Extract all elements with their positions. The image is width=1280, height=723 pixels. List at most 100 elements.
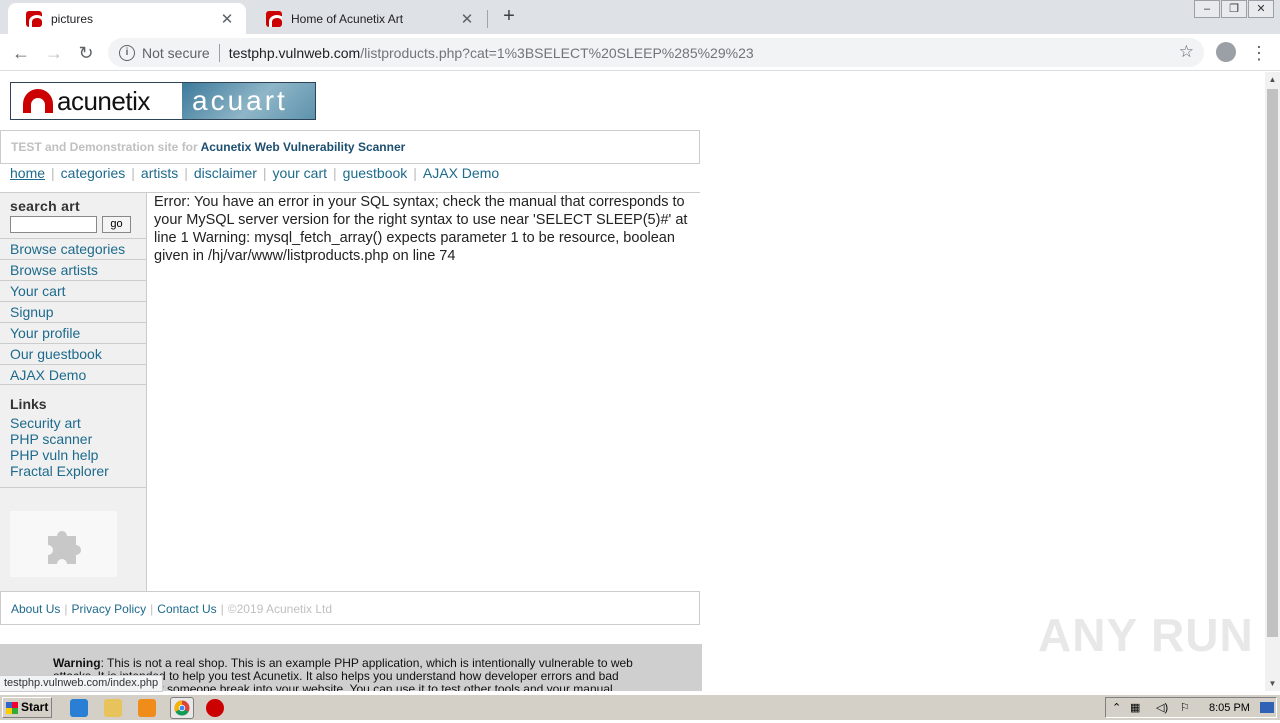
window-controls: – ❐ ✕ <box>1193 0 1274 18</box>
address-separator <box>218 43 220 62</box>
site-tagline: TEST and Demonstration site for Acunetix… <box>0 130 700 164</box>
url-host[interactable]: testphp.vulnweb.com <box>229 45 361 61</box>
nav-separator: | <box>184 165 188 181</box>
nav-your-cart[interactable]: your cart <box>273 165 327 181</box>
tagline-scanner-link[interactable]: Acunetix Web Vulnerability Scanner <box>201 140 406 154</box>
tab-separator <box>487 10 488 28</box>
minimize-button[interactable]: – <box>1194 0 1220 18</box>
show-desktop-icon[interactable] <box>1260 702 1274 713</box>
link-security-art[interactable]: Security art <box>10 415 109 431</box>
sql-error-message: Error: You have an error in your SQL syn… <box>154 194 688 264</box>
footer-separator: | <box>64 602 68 616</box>
system-tray: ⌃ ▦ ◁) ⚐ 8:05 PM <box>1105 697 1277 718</box>
footer-copyright: ©2019 Acunetix Ltd <box>227 602 333 616</box>
acunetix-favicon-icon <box>26 10 42 27</box>
site-footer: About Us | Privacy Policy | Contact Us |… <box>0 591 700 625</box>
tray-expand-icon[interactable]: ⌃ <box>1112 701 1121 714</box>
plugin-placeholder <box>10 511 117 577</box>
back-arrow-icon[interactable]: ← <box>8 40 34 66</box>
sidebar-item-browse-categories[interactable]: Browse categories <box>0 238 146 259</box>
acunetix-logo-text: acunetix <box>57 85 150 116</box>
sidebar-item-our-guestbook[interactable]: Our guestbook <box>0 343 146 364</box>
left-sidebar: search art go Browse categories Browse a… <box>0 193 147 591</box>
acunetix-logo-icon <box>23 89 53 113</box>
tab-close-icon[interactable]: ✕ <box>458 10 476 28</box>
nav-artists[interactable]: artists <box>141 165 178 181</box>
link-fractal-explorer[interactable]: Fractal Explorer <box>10 463 109 479</box>
acunetix-favicon-icon <box>266 10 282 27</box>
page-scrollbar[interactable]: ▲ ▼ <box>1265 72 1280 691</box>
footer-separator: | <box>220 602 224 616</box>
tab-home-of-acunetix-art[interactable]: Home of Acunetix Art ✕ <box>248 3 486 34</box>
nav-guestbook[interactable]: guestbook <box>343 165 408 181</box>
bookmark-star-icon[interactable]: ☆ <box>1179 42 1194 62</box>
nav-ajax-demo[interactable]: AJAX Demo <box>423 165 499 181</box>
footer-about-us[interactable]: About Us <box>11 602 60 616</box>
security-indicator[interactable]: Not secure <box>142 45 210 61</box>
link-php-vuln-help[interactable]: PHP vuln help <box>10 447 109 463</box>
search-go-button[interactable]: go <box>102 216 131 233</box>
browser-menu-icon[interactable]: ⋮ <box>1250 40 1268 66</box>
anyrun-watermark: ANY RUN <box>1038 609 1254 661</box>
nav-separator: | <box>333 165 337 181</box>
close-window-button[interactable]: ✕ <box>1248 0 1274 18</box>
browser-toolbar: ← → ↻ i Not secure testphp.vulnweb.com /… <box>0 34 1280 71</box>
start-button[interactable]: Start <box>2 697 52 718</box>
sidebar-item-signup[interactable]: Signup <box>0 301 146 322</box>
windows-taskbar: Start ⌃ ▦ ◁) ⚐ 8:05 PM <box>0 694 1280 720</box>
tab-title: Home of Acunetix Art <box>291 11 404 26</box>
sidebar-item-browse-artists[interactable]: Browse artists <box>0 259 146 280</box>
sidebar-links: Browse categories Browse artists Your ca… <box>0 238 146 385</box>
main-content: Error: You have an error in your SQL syn… <box>154 193 694 265</box>
nav-separator: | <box>131 165 135 181</box>
flag-icon[interactable]: ⚐ <box>1180 701 1190 714</box>
nav-home[interactable]: home <box>10 165 45 181</box>
chrome-taskbar-button[interactable] <box>170 697 194 719</box>
chrome-icon <box>174 700 190 716</box>
url-path[interactable]: /listproducts.php?cat=1%3BSELECT%20SLEEP… <box>360 45 753 61</box>
nav-separator: | <box>413 165 417 181</box>
external-links: Security art PHP scanner PHP vuln help F… <box>10 415 109 479</box>
file-explorer-icon[interactable] <box>104 699 122 717</box>
tab-close-icon[interactable]: ✕ <box>218 10 236 28</box>
site-logo[interactable]: acunetix acuart <box>10 82 316 120</box>
sidebar-divider <box>0 487 146 488</box>
footer-privacy-policy[interactable]: Privacy Policy <box>71 602 146 616</box>
profile-avatar-icon[interactable] <box>1216 42 1236 62</box>
info-icon[interactable]: i <box>119 44 135 61</box>
restore-button[interactable]: ❐ <box>1221 0 1247 18</box>
network-icon[interactable]: ▦ <box>1130 701 1140 714</box>
new-tab-button[interactable]: + <box>498 6 520 28</box>
volume-icon[interactable]: ◁) <box>1156 701 1168 714</box>
top-navigation: home | categories | artists | disclaimer… <box>10 165 499 181</box>
nav-categories[interactable]: categories <box>61 165 126 181</box>
sidebar-item-your-profile[interactable]: Your profile <box>0 322 146 343</box>
scroll-down-arrow-icon[interactable]: ▼ <box>1265 676 1280 691</box>
tab-pictures[interactable]: pictures ✕ <box>8 3 246 34</box>
media-player-icon[interactable] <box>138 699 156 717</box>
puzzle-piece-icon <box>47 531 81 564</box>
acuart-logo-text: acuart <box>182 83 315 119</box>
reload-icon[interactable]: ↻ <box>73 40 99 66</box>
search-input[interactable] <box>10 216 97 233</box>
search-title: search art <box>10 198 80 214</box>
nav-separator: | <box>51 165 55 181</box>
browser-tab-strip: pictures ✕ Home of Acunetix Art ✕ + – ❐ … <box>0 0 1280 34</box>
scrollbar-thumb[interactable] <box>1267 89 1278 637</box>
status-url-bubble: testphp.vulnweb.com/index.php <box>0 675 164 692</box>
acunetix-logo: acunetix <box>11 83 182 119</box>
sidebar-item-ajax-demo[interactable]: AJAX Demo <box>0 364 146 385</box>
sidebar-item-your-cart[interactable]: Your cart <box>0 280 146 301</box>
link-php-scanner[interactable]: PHP scanner <box>10 431 109 447</box>
forward-arrow-icon[interactable]: → <box>41 40 67 66</box>
address-bar[interactable]: i Not secure testphp.vulnweb.com /listpr… <box>108 38 1204 67</box>
scroll-up-arrow-icon[interactable]: ▲ <box>1265 72 1280 87</box>
tagline-prefix: TEST and Demonstration site for <box>11 140 198 154</box>
footer-contact-us[interactable]: Contact Us <box>157 602 216 616</box>
windows-logo-icon <box>6 702 18 714</box>
taskbar-clock[interactable]: 8:05 PM <box>1209 702 1250 714</box>
opera-icon[interactable] <box>206 699 224 717</box>
internet-explorer-icon[interactable] <box>70 699 88 717</box>
nav-disclaimer[interactable]: disclaimer <box>194 165 257 181</box>
nav-separator: | <box>262 165 267 181</box>
